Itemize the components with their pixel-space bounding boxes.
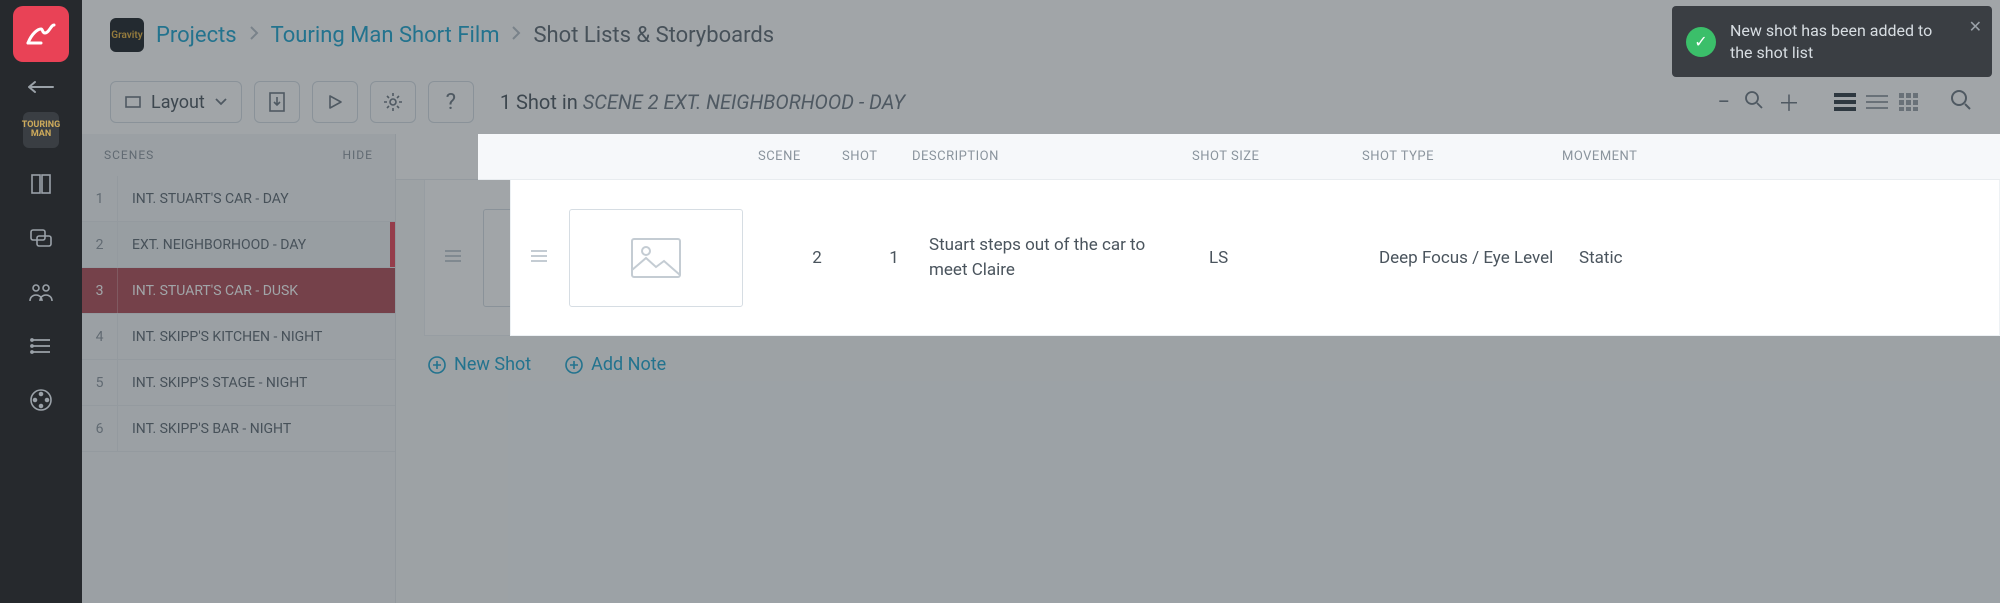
rail-item-project[interactable]: TOURINGMAN xyxy=(23,112,59,148)
search-button[interactable] xyxy=(1950,89,1972,115)
rail-item-list[interactable] xyxy=(23,328,59,364)
new-shot-button[interactable]: New Shot xyxy=(428,354,531,375)
breadcrumb-project-name[interactable]: Touring Man Short Film xyxy=(271,23,500,48)
shot-count-text: 1 Shot in SCENE 2 EXT. NEIGHBORHOOD - DA… xyxy=(500,90,905,114)
cell-shot-type: Deep Focus / Eye Level xyxy=(1293,248,1493,268)
toast-notification: ✓ New shot has been added to the shot li… xyxy=(1672,6,1992,77)
scene-number: 1 xyxy=(82,176,118,221)
layout-dropdown[interactable]: Layout xyxy=(110,81,242,123)
shot-row[interactable]: 2 1 Stuart steps out of the car to meet … xyxy=(424,180,2000,336)
document-icon xyxy=(268,92,286,112)
view-grid[interactable] xyxy=(1896,91,1922,113)
scene-row[interactable]: 6INT. SKIPP'S BAR - NIGHT xyxy=(82,406,395,452)
plus-circle-icon xyxy=(428,356,446,374)
zoom-out-button[interactable]: − xyxy=(1717,90,1730,115)
toast-text: New shot has been added to the shot list xyxy=(1730,20,1952,63)
rail-item-reel[interactable] xyxy=(23,382,59,418)
col-description: DESCRIPTION xyxy=(798,149,1078,164)
zoom-in-button[interactable]: ＋ xyxy=(1778,86,1800,118)
scenes-hide-button[interactable]: HIDE xyxy=(342,148,373,162)
image-placeholder-icon xyxy=(545,238,595,278)
back-arrow-icon[interactable] xyxy=(27,80,55,94)
shot-table-header: SCENE SHOT DESCRIPTION SHOT SIZE SHOT TY… xyxy=(396,134,2000,180)
scene-row[interactable]: 3INT. STUART'S CAR - DUSK xyxy=(82,268,395,314)
export-button[interactable] xyxy=(254,81,300,123)
scene-name: INT. SKIPP'S STAGE - NIGHT xyxy=(118,375,307,391)
toast-close-button[interactable]: ✕ xyxy=(1969,16,1982,38)
scene-number: 2 xyxy=(82,222,118,267)
cell-shot: 1 xyxy=(773,248,843,268)
play-button[interactable] xyxy=(312,81,358,123)
rail-item-team[interactable] xyxy=(23,274,59,310)
chevron-down-icon xyxy=(215,98,227,106)
col-scene: SCENE xyxy=(644,149,728,164)
layout-label: Layout xyxy=(151,92,205,113)
settings-button[interactable] xyxy=(370,81,416,123)
gear-icon xyxy=(383,92,403,112)
breadcrumb-current: Shot Lists & Storyboards xyxy=(533,23,774,48)
layout-icon xyxy=(125,94,141,110)
scene-row[interactable]: 2EXT. NEIGHBORHOOD - DAY xyxy=(82,222,395,268)
col-shot: SHOT xyxy=(728,149,798,164)
view-rows[interactable] xyxy=(1864,91,1890,113)
rail-item-chat[interactable] xyxy=(23,220,59,256)
scene-row[interactable]: 1INT. STUART'S CAR - DAY xyxy=(82,176,395,222)
scene-name: INT. SKIPP'S KITCHEN - NIGHT xyxy=(118,329,322,345)
chevron-right-icon xyxy=(511,25,521,45)
scene-number: 3 xyxy=(82,268,118,313)
scene-number: 5 xyxy=(82,360,118,405)
scene-name: EXT. NEIGHBORHOOD - DAY xyxy=(118,237,306,253)
shot-actions: New Shot Add Note xyxy=(396,336,2000,375)
view-toggle xyxy=(1832,91,1922,113)
cell-description: Stuart steps out of the car to meet Clai… xyxy=(843,233,1123,282)
col-shot-type: SHOT TYPE xyxy=(1248,149,1448,164)
app-logo[interactable] xyxy=(13,6,69,62)
play-icon xyxy=(327,94,343,110)
content-area: SCENES HIDE 1INT. STUART'S CAR - DAY2EXT… xyxy=(82,134,2000,603)
scene-number: 6 xyxy=(82,406,118,451)
scene-name: INT. STUART'S CAR - DUSK xyxy=(118,283,298,299)
rail-item-pages[interactable] xyxy=(23,166,59,202)
plus-circle-icon xyxy=(565,356,583,374)
breadcrumb-projects[interactable]: Projects xyxy=(156,23,237,48)
shot-table: SCENE SHOT DESCRIPTION SHOT SIZE SHOT TY… xyxy=(396,134,2000,603)
zoom-reset-icon[interactable] xyxy=(1744,90,1764,114)
scene-number: 4 xyxy=(82,314,118,359)
help-button[interactable]: ? xyxy=(428,81,474,123)
check-circle-icon: ✓ xyxy=(1686,27,1716,57)
main-area: Gravity Projects Touring Man Short Film … xyxy=(82,0,2000,603)
left-rail: TOURINGMAN xyxy=(0,0,82,603)
view-list[interactable] xyxy=(1832,91,1858,113)
scenes-sidebar: SCENES HIDE 1INT. STUART'S CAR - DAY2EXT… xyxy=(82,134,396,603)
scene-name: INT. STUART'S CAR - DAY xyxy=(118,191,289,207)
shot-thumbnail[interactable] xyxy=(483,209,657,307)
add-note-button[interactable]: Add Note xyxy=(565,354,666,375)
scene-name: INT. SKIPP'S BAR - NIGHT xyxy=(118,421,291,437)
question-icon: ? xyxy=(446,90,456,115)
scenes-header: SCENES xyxy=(104,148,154,162)
chevron-right-icon xyxy=(249,25,259,45)
cell-scene: 2 xyxy=(689,248,773,268)
drag-handle-icon[interactable] xyxy=(445,248,461,267)
cell-movement: Static xyxy=(1493,248,1633,268)
scene-row[interactable]: 5INT. SKIPP'S STAGE - NIGHT xyxy=(82,360,395,406)
toolbar: Layout ? 1 Shot in SCENE 2 EXT. NEIGHBOR… xyxy=(82,70,2000,134)
col-shot-size: SHOT SIZE xyxy=(1078,149,1248,164)
cell-shot-size: LS xyxy=(1123,248,1293,268)
scene-row[interactable]: 4INT. SKIPP'S KITCHEN - NIGHT xyxy=(82,314,395,360)
col-movement: MOVEMENT xyxy=(1448,149,1588,164)
project-chip[interactable]: Gravity xyxy=(110,18,144,52)
